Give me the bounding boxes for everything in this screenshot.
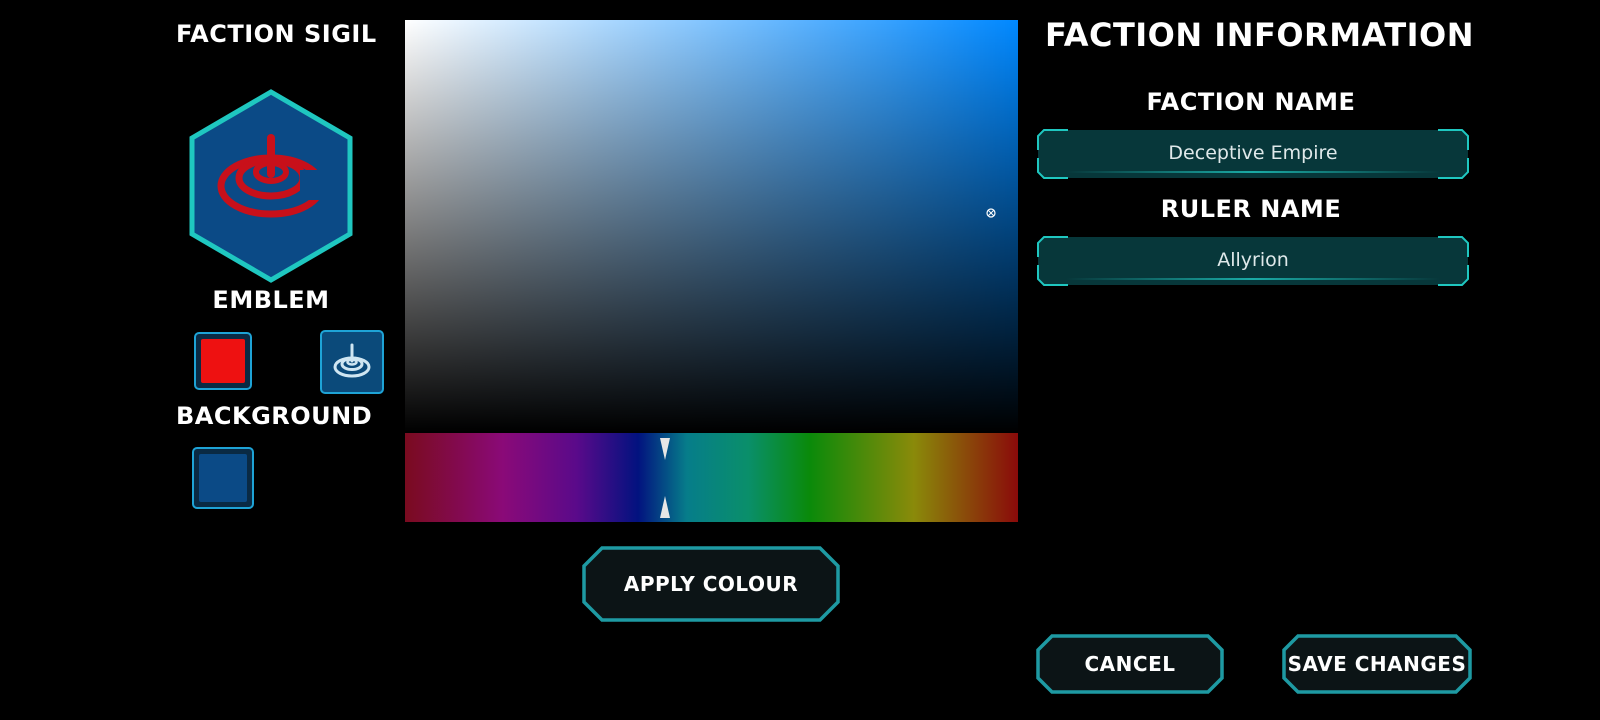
faction-sigil-title: FACTION SIGIL xyxy=(176,20,377,48)
faction-information-title: FACTION INFORMATION xyxy=(1045,16,1475,54)
faction-name-field-wrap xyxy=(1036,128,1470,180)
background-title: BACKGROUND xyxy=(176,402,373,430)
faction-name-input[interactable] xyxy=(1056,134,1450,172)
hue-slider[interactable] xyxy=(405,433,1018,522)
background-color-fill xyxy=(199,454,247,502)
emblem-title: EMBLEM xyxy=(212,286,330,314)
ruler-name-label: RULER NAME xyxy=(1160,195,1342,223)
cancel-button[interactable]: CANCEL xyxy=(1036,634,1224,694)
apply-colour-button[interactable]: APPLY COLOUR xyxy=(582,546,840,622)
color-cursor-icon[interactable] xyxy=(986,208,996,218)
hue-handle-top-icon[interactable] xyxy=(659,438,671,460)
save-changes-button[interactable]: SAVE CHANGES xyxy=(1282,634,1472,694)
saturation-value-picker[interactable] xyxy=(405,20,1018,432)
ripple-drop-icon xyxy=(333,343,371,378)
ruler-name-input[interactable] xyxy=(1056,241,1450,279)
sigil-preview xyxy=(189,89,353,283)
emblem-icon-button[interactable] xyxy=(320,330,384,394)
hue-handle-bottom-icon[interactable] xyxy=(659,496,671,518)
emblem-color-fill xyxy=(201,339,245,383)
background-color-swatch[interactable] xyxy=(192,447,254,509)
faction-name-label: FACTION NAME xyxy=(1146,88,1356,116)
ruler-name-field-wrap xyxy=(1036,235,1470,287)
emblem-color-swatch[interactable] xyxy=(194,332,252,390)
